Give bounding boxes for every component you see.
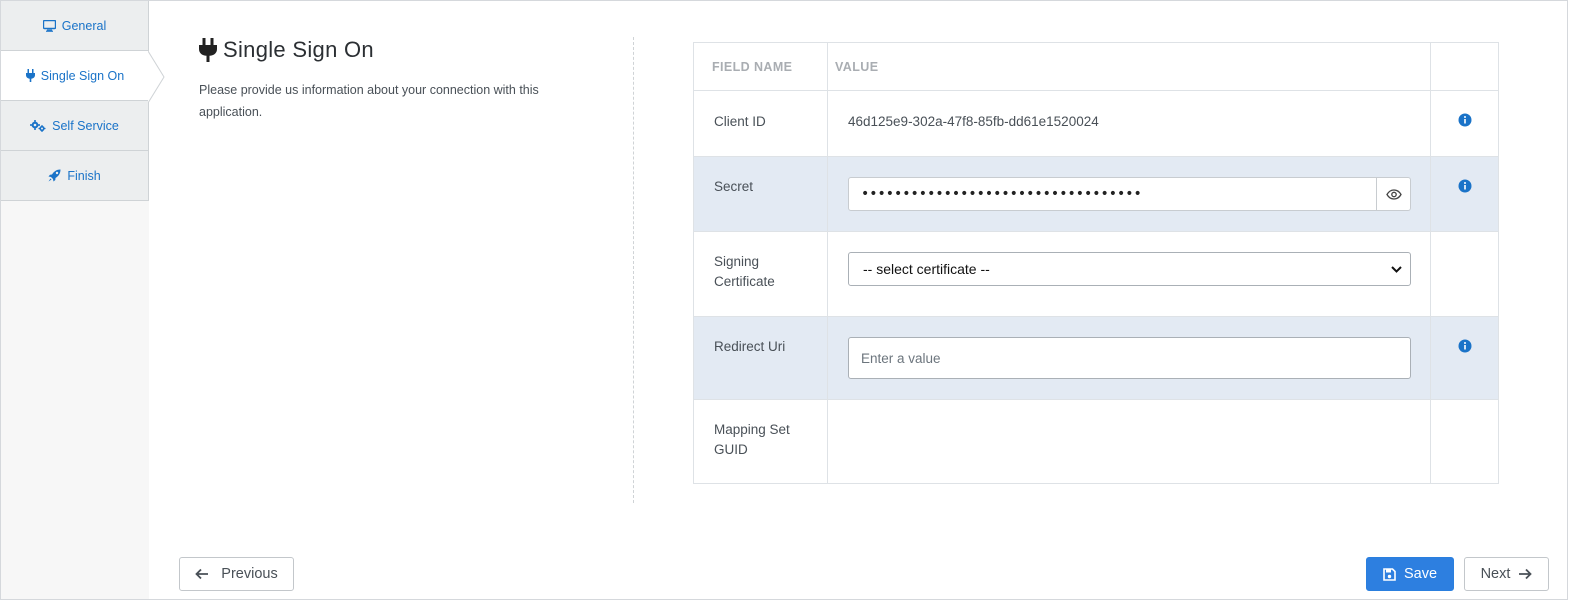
field-name-signing-certificate: Signing Certificate	[694, 232, 828, 316]
plug-icon	[199, 38, 217, 62]
gears-icon	[30, 119, 46, 132]
client-id-value: 46d125e9-302a-47f8-85fb-dd61e1520024	[828, 91, 1431, 156]
wizard-sidebar: General Single Sign On Self Service Fini…	[1, 1, 165, 599]
table-row-mapping-set-guid: Mapping Set GUID	[694, 399, 1498, 483]
field-name-mapping-set-guid: Mapping Set GUID	[694, 400, 828, 483]
secret-input-group	[848, 177, 1411, 211]
column-header-field-name: FIELD NAME	[694, 43, 828, 90]
arrow-right-icon	[1518, 568, 1533, 580]
table-header-row: FIELD NAME VALUE	[694, 43, 1498, 90]
page-description: Please provide us information about your…	[199, 83, 539, 119]
table-row-client-id: Client ID 46d125e9-302a-47f8-85fb-dd61e1…	[694, 90, 1498, 156]
rocket-icon	[48, 169, 61, 182]
arrow-left-icon	[195, 568, 209, 580]
field-name-client-id: Client ID	[694, 91, 828, 156]
sidebar-item-label: Finish	[67, 168, 101, 183]
page-title-text: Single Sign On	[223, 37, 374, 62]
sidebar-item-label: Self Service	[52, 118, 119, 133]
previous-button-label: Previous	[221, 566, 278, 582]
info-icon[interactable]	[1458, 339, 1472, 399]
next-button-label: Next	[1480, 566, 1511, 582]
section-divider	[633, 37, 634, 503]
save-button[interactable]: Save	[1366, 557, 1454, 591]
sidebar-item-label: Single Sign On	[40, 68, 125, 83]
toggle-visibility-button[interactable]	[1376, 178, 1410, 210]
mapping-set-guid-value	[828, 400, 1431, 483]
redirect-uri-input[interactable]	[848, 337, 1411, 379]
save-icon	[1383, 567, 1396, 581]
signing-certificate-cell: -- select certificate --	[828, 232, 1431, 316]
empty-info-cell	[1431, 400, 1498, 483]
column-header-info	[1431, 43, 1498, 90]
column-header-value: VALUE	[828, 43, 1431, 90]
previous-button[interactable]: Previous	[179, 557, 294, 591]
page-title: Single Sign On	[199, 37, 374, 63]
empty-info-cell	[1431, 232, 1498, 316]
sidebar-item-single-sign-on[interactable]: Single Sign On	[1, 51, 149, 101]
wizard-frame: General Single Sign On Self Service Fini…	[0, 0, 1568, 600]
table-row-signing-certificate: Signing Certificate -- select certificat…	[694, 231, 1498, 316]
secret-input[interactable]	[849, 178, 1376, 210]
field-name-secret: Secret	[694, 157, 828, 231]
next-button[interactable]: Next	[1464, 557, 1549, 591]
sidebar-item-self-service[interactable]: Self Service	[1, 101, 149, 151]
select-value: -- select certificate --	[863, 261, 990, 277]
table-row-secret: Secret	[694, 156, 1498, 231]
secret-cell	[828, 157, 1431, 231]
eye-icon	[1385, 188, 1402, 200]
info-icon[interactable]	[1458, 179, 1472, 231]
redirect-uri-cell	[828, 317, 1431, 399]
field-name-redirect-uri: Redirect Uri	[694, 317, 828, 399]
monitor-icon	[42, 19, 56, 32]
sidebar-item-finish[interactable]: Finish	[1, 151, 149, 201]
sidebar-item-label: General	[61, 18, 107, 33]
plug-icon	[25, 69, 35, 82]
table-row-redirect-uri: Redirect Uri	[694, 316, 1498, 399]
chevron-down-icon	[1391, 263, 1402, 275]
save-button-label: Save	[1403, 566, 1438, 582]
sso-fields-table: FIELD NAME VALUE Client ID 46d125e9-302a…	[693, 42, 1499, 484]
sidebar-item-general[interactable]: General	[1, 1, 149, 51]
info-icon[interactable]	[1458, 113, 1472, 156]
signing-certificate-select[interactable]: -- select certificate --	[848, 252, 1411, 286]
